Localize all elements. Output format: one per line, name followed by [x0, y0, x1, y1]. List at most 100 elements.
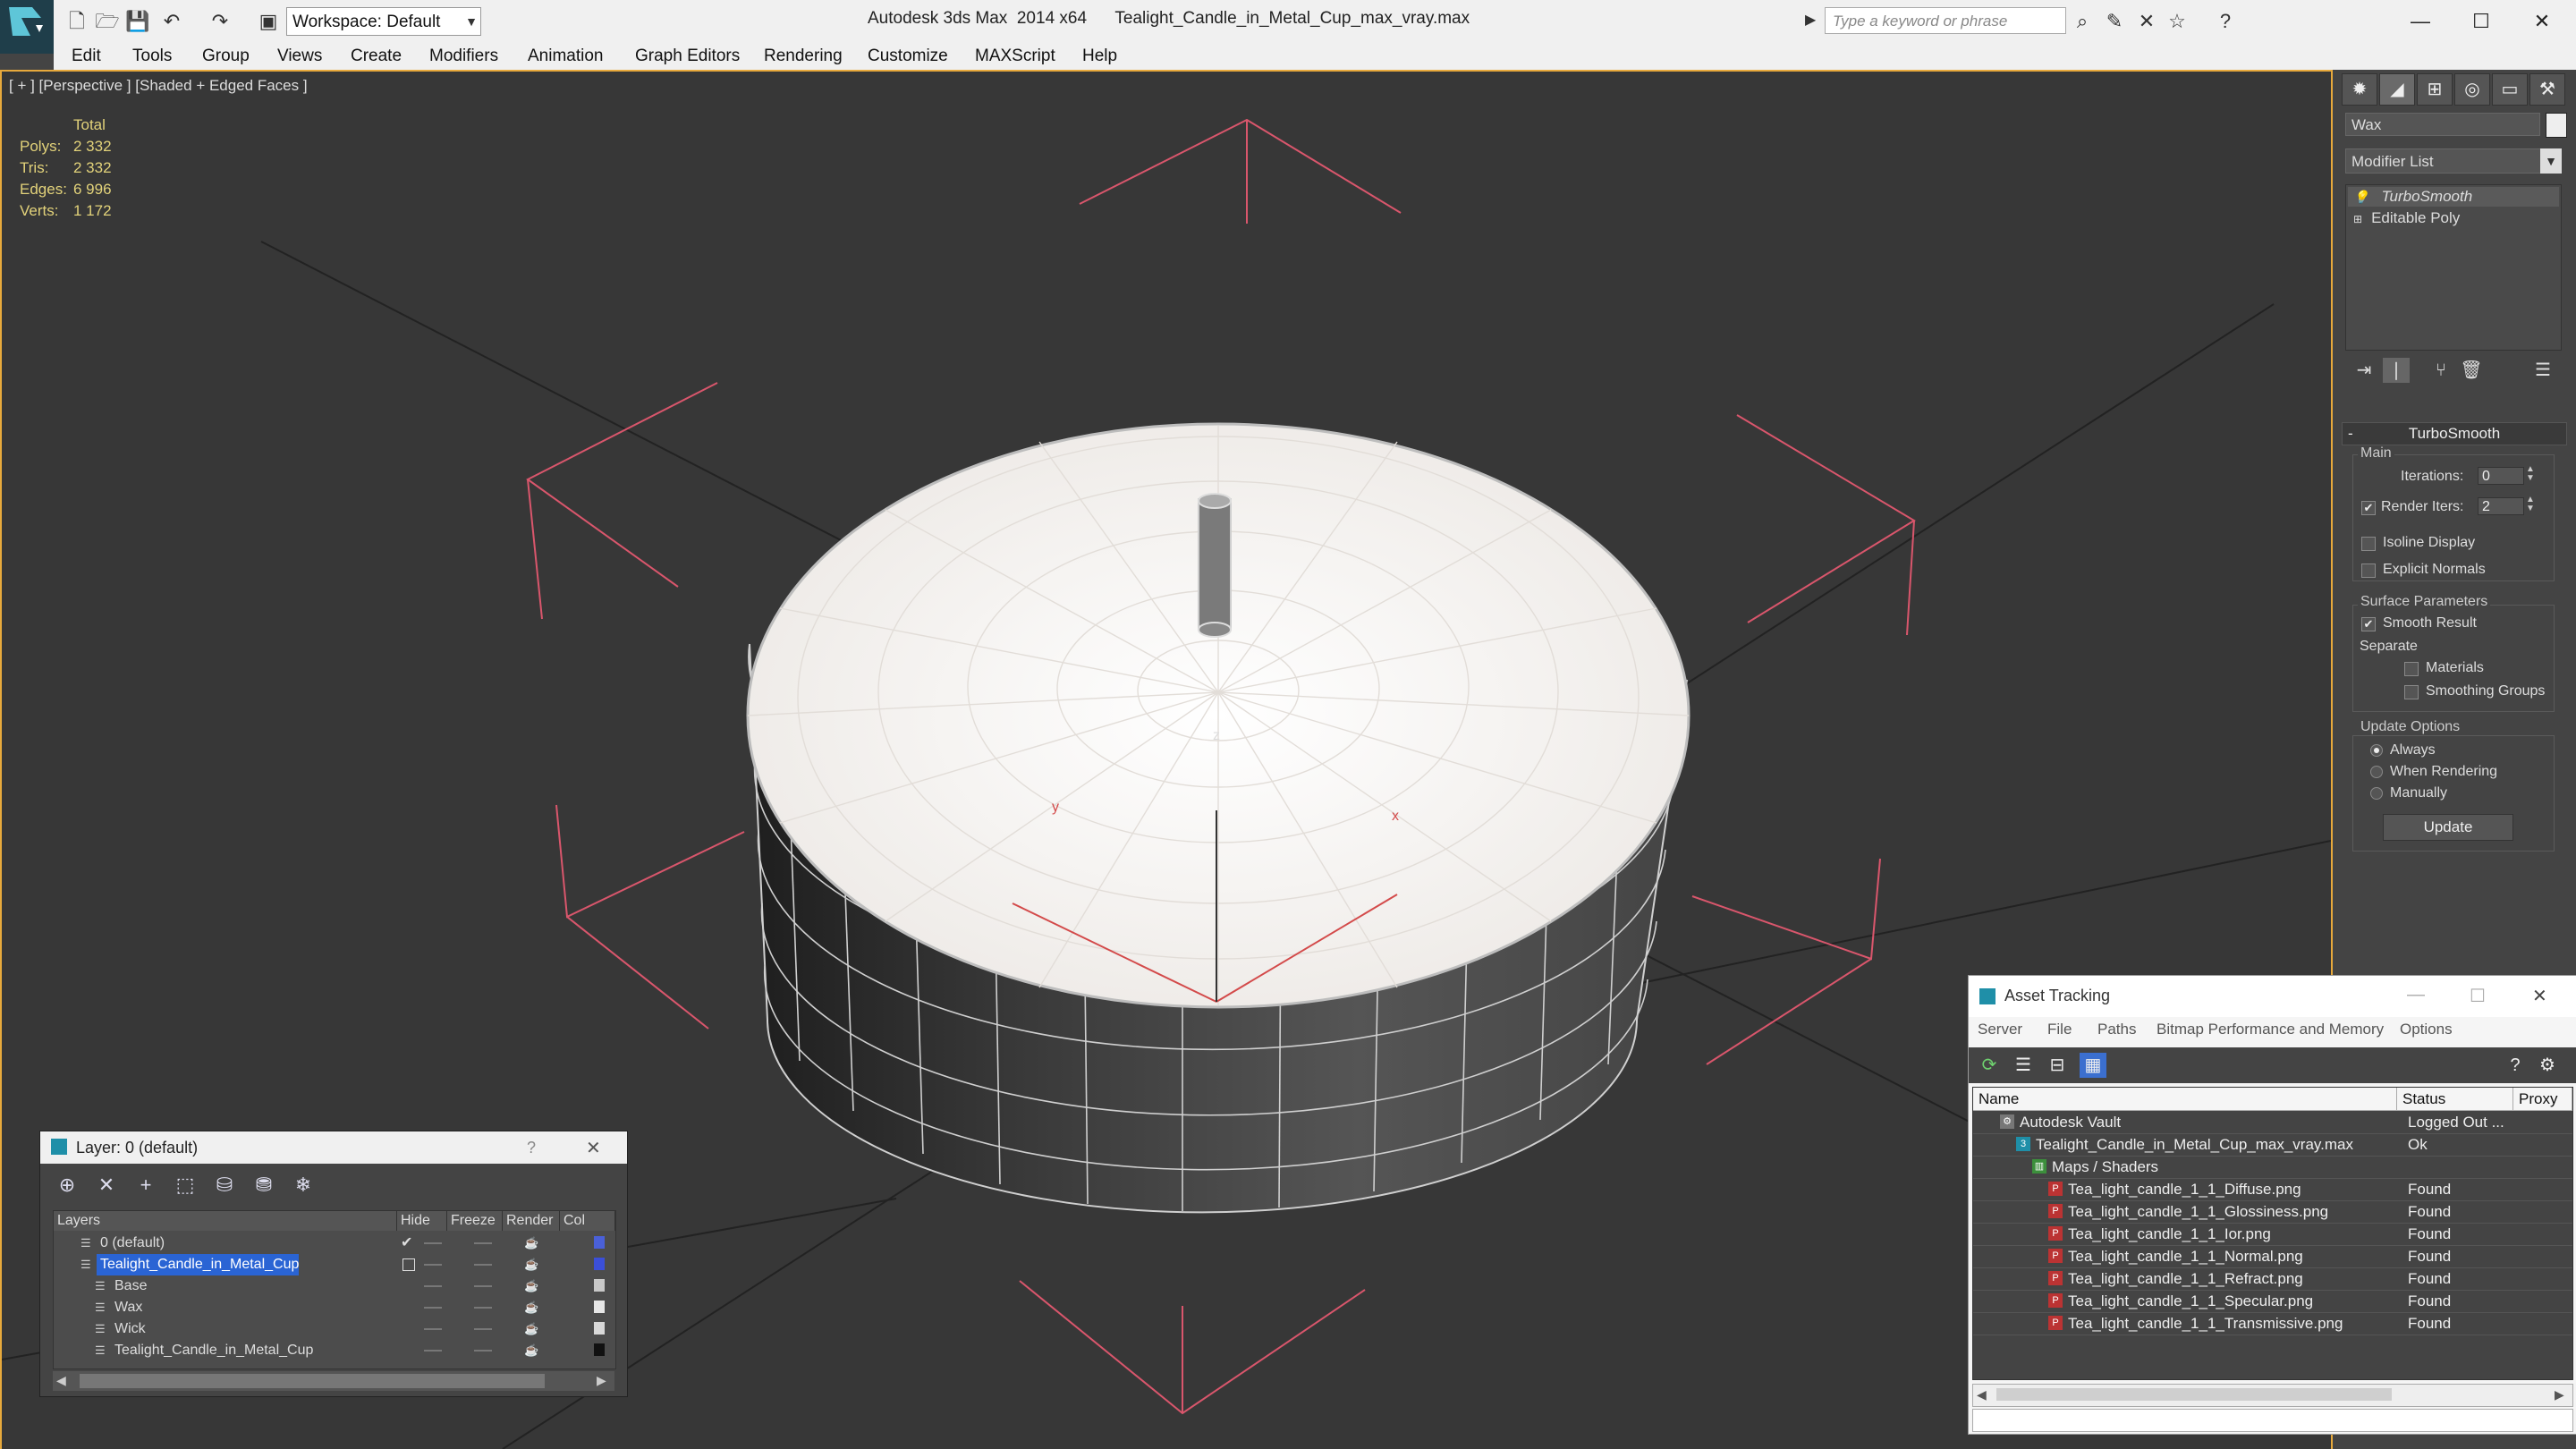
configure-sets-icon[interactable]: ☰: [2529, 358, 2556, 383]
asset-name[interactable]: Autodesk Vault: [2020, 1111, 2121, 1133]
close-icon[interactable]: ✕: [586, 1137, 601, 1159]
asset-row[interactable]: P Tea_light_candle_1_1_Transmissive.png Fo…: [1973, 1312, 2572, 1335]
layer-color-swatch[interactable]: [594, 1301, 605, 1313]
asset-name[interactable]: Tea_light_candle_1_1_Specular.png: [2068, 1290, 2313, 1312]
help-icon[interactable]: ?: [2502, 1053, 2529, 1078]
explicit-normals-checkbox[interactable]: [2361, 564, 2376, 578]
menu-group[interactable]: Group: [202, 47, 250, 66]
layer-name[interactable]: Base: [111, 1275, 147, 1297]
minimize-icon[interactable]: —: [2394, 4, 2447, 39]
menu-animation[interactable]: Animation: [528, 47, 604, 66]
isoline-display-checkbox[interactable]: [2361, 537, 2376, 551]
freeze-toggle[interactable]: [474, 1285, 492, 1287]
scroll-left-icon[interactable]: ◀: [1977, 1387, 1987, 1402]
layer-name[interactable]: 0 (default): [97, 1233, 165, 1254]
current-layer-check[interactable]: ✔: [401, 1233, 412, 1254]
asset-row[interactable]: 3 Tealight_Candle_in_Metal_Cup_max_vray.m…: [1973, 1133, 2572, 1157]
asset-name[interactable]: Tea_light_candle_1_1_Glossiness.png: [2068, 1200, 2328, 1223]
asset-row[interactable]: P Tea_light_candle_1_1_Normal.png Found: [1973, 1245, 2572, 1268]
layer-row[interactable]: ☰ 0 (default) ✔ ☕: [54, 1233, 615, 1254]
scroll-thumb[interactable]: [80, 1374, 545, 1388]
layer-row[interactable]: ☰ Base ☕: [54, 1275, 615, 1297]
chevron-down-icon[interactable]: ▼: [462, 7, 481, 36]
layer-row[interactable]: ☰ Wax ☕: [54, 1297, 615, 1318]
create-tab-icon[interactable]: ✹: [2342, 73, 2377, 106]
render-iters-checkbox[interactable]: ✔: [2361, 501, 2376, 515]
make-unique-icon[interactable]: ⑂: [2428, 358, 2454, 383]
expand-plus-icon[interactable]: ⊞: [2353, 213, 2362, 225]
col-color[interactable]: Col: [560, 1211, 615, 1231]
settings-icon[interactable]: ⚙: [2534, 1053, 2561, 1078]
layer-color-swatch[interactable]: [594, 1322, 605, 1335]
scroll-thumb[interactable]: [1996, 1388, 2392, 1401]
scroll-right-icon[interactable]: ▶: [597, 1373, 606, 1388]
app-logo-icon[interactable]: [0, 0, 54, 54]
smooth-result-checkbox[interactable]: ✔: [2361, 617, 2376, 631]
asset-row[interactable]: P Tea_light_candle_1_1_Ior.png Found: [1973, 1223, 2572, 1246]
turbosmooth-rollout-title[interactable]: - TurboSmooth: [2342, 422, 2567, 445]
show-end-result-icon[interactable]: ❘: [2383, 358, 2410, 383]
teapot-render-icon[interactable]: ☕: [524, 1343, 538, 1358]
scroll-left-icon[interactable]: ◀: [56, 1373, 66, 1388]
iterations-spinner[interactable]: 0: [2478, 467, 2524, 485]
menu-edit[interactable]: Edit: [72, 47, 101, 66]
collapse-minus-icon[interactable]: -: [2348, 423, 2353, 445]
maximize-icon[interactable]: ☐: [2454, 4, 2508, 39]
exchange-icon[interactable]: ✕: [2134, 9, 2159, 34]
update-button[interactable]: Update: [2383, 814, 2513, 841]
asset-horizontal-scrollbar[interactable]: ◀ ▶: [1972, 1384, 2573, 1407]
tree-view-icon[interactable]: ⊟: [2044, 1053, 2071, 1078]
freeze-all-layers-icon[interactable]: ❄: [287, 1171, 319, 1199]
menu-views[interactable]: Views: [277, 47, 322, 66]
asset-row[interactable]: P Tea_light_candle_1_1_Glossiness.png Foun…: [1973, 1200, 2572, 1224]
hierarchy-tab-icon[interactable]: ⊞: [2417, 73, 2453, 106]
asset-name[interactable]: Maps / Shaders: [2052, 1156, 2158, 1178]
help-icon[interactable]: ?: [2213, 9, 2238, 34]
layer-name[interactable]: Tealight_Candle_in_Metal_Cup: [111, 1340, 313, 1361]
layer-color-swatch[interactable]: [594, 1236, 605, 1249]
teapot-render-icon[interactable]: ☕: [524, 1301, 538, 1315]
menu-rendering[interactable]: Rendering: [764, 47, 843, 66]
asset-row[interactable]: ▥ Maps / Shaders: [1973, 1156, 2572, 1179]
menu-create[interactable]: Create: [351, 47, 402, 66]
layer-color-swatch[interactable]: [594, 1343, 605, 1356]
scroll-right-icon[interactable]: ▶: [2555, 1387, 2564, 1402]
communication-icon[interactable]: ✎: [2102, 9, 2127, 34]
viewport-label[interactable]: [ + ] [Perspective ] [Shaded + Edged Fac…: [9, 77, 308, 95]
menu-customize[interactable]: Customize: [868, 47, 948, 66]
project-folder-icon[interactable]: ▣: [256, 9, 281, 34]
stack-item-turbosmooth[interactable]: 💡 TurboSmooth: [2348, 187, 2559, 207]
layer-row[interactable]: ☰ Wick ☕: [54, 1318, 615, 1340]
layer-dialog-titlebar[interactable]: Layer: 0 (default) ? ✕: [40, 1131, 627, 1164]
expand-arrow-icon[interactable]: ▶: [1805, 11, 1816, 29]
spinner-arrows-icon[interactable]: ▲ ▼: [2526, 496, 2535, 513]
layer-name[interactable]: Wick: [111, 1318, 146, 1340]
layer-color-swatch[interactable]: [594, 1279, 605, 1292]
col-name[interactable]: Name: [1973, 1088, 2397, 1111]
modify-tab-icon[interactable]: ◢: [2379, 73, 2415, 106]
update-always-radio[interactable]: [2370, 744, 2383, 757]
chevron-down-icon[interactable]: ▼: [2540, 148, 2562, 174]
asset-name[interactable]: Tea_light_candle_1_1_Ior.png: [2068, 1223, 2271, 1245]
layer-name[interactable]: Wax: [111, 1297, 142, 1318]
freeze-toggle[interactable]: [474, 1350, 492, 1352]
asset-row[interactable]: P Tea_light_candle_1_1_Diffuse.png Found: [1973, 1178, 2572, 1201]
asset-name[interactable]: Tea_light_candle_1_1_Diffuse.png: [2068, 1178, 2301, 1200]
asset-name[interactable]: Tea_light_candle_1_1_Transmissive.png: [2068, 1312, 2343, 1335]
asset-tracking-titlebar[interactable]: Asset Tracking — ☐ ✕: [1969, 976, 2576, 1017]
col-freeze[interactable]: Freeze: [447, 1211, 503, 1231]
hide-toggle[interactable]: [424, 1328, 442, 1330]
update-manually-radio[interactable]: [2370, 787, 2383, 800]
teapot-render-icon[interactable]: ☕: [524, 1322, 538, 1336]
hide-all-layers-icon[interactable]: ⛃: [248, 1171, 280, 1199]
update-when-rendering-radio[interactable]: [2370, 766, 2383, 778]
highlight-layer-icon[interactable]: ⛁: [208, 1171, 241, 1199]
current-layer-box[interactable]: [402, 1258, 415, 1271]
menu-help[interactable]: Help: [1082, 47, 1117, 66]
col-status[interactable]: Status: [2397, 1088, 2513, 1111]
refresh-icon[interactable]: ⟳: [1976, 1053, 2003, 1078]
materials-checkbox[interactable]: [2404, 662, 2419, 676]
asset-name[interactable]: Tealight_Candle_in_Metal_Cup_max_vray.ma…: [2036, 1133, 2353, 1156]
menu-options[interactable]: Options: [2400, 1021, 2453, 1038]
new-file-icon[interactable]: 🗋: [64, 9, 89, 34]
